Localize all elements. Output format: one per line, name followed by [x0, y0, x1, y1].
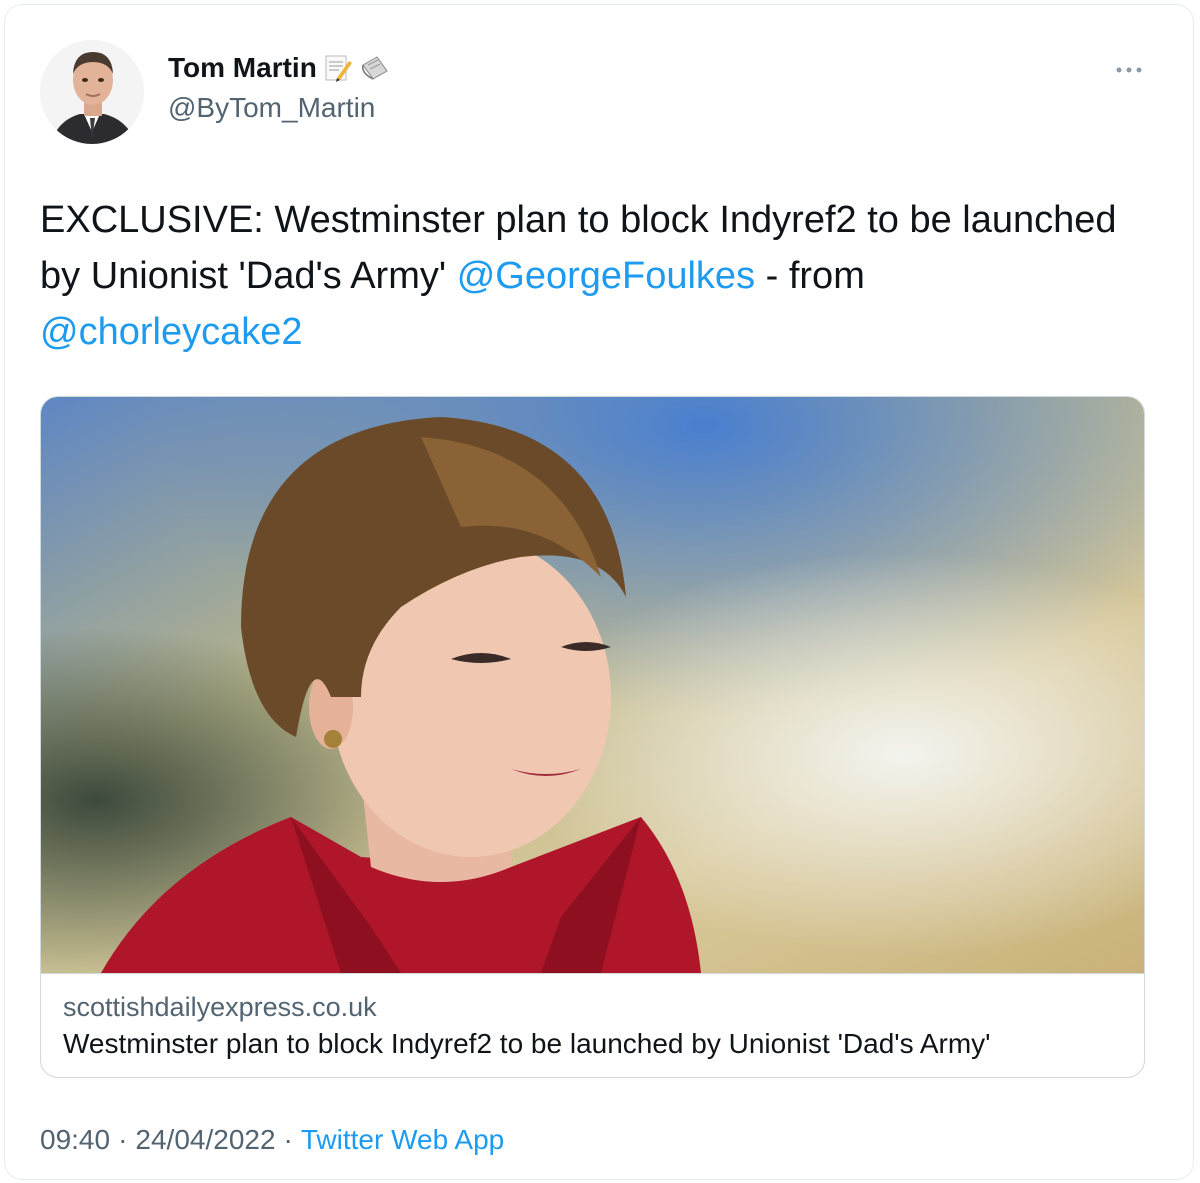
tweet-text: EXCLUSIVE: Westminster plan to block Ind… [40, 192, 1150, 360]
more-options-icon [1116, 67, 1142, 73]
tweet-text-part2: - from [755, 255, 865, 297]
tweet-footer: 09:40 · 24/04/2022 · Twitter Web App [40, 1124, 504, 1156]
link-preview-domain: scottishdailyexpress.co.uk [63, 992, 377, 1022]
author-handle[interactable]: @ByTom_Martin [168, 92, 375, 124]
author-display-name[interactable]: Tom Martin [168, 52, 317, 84]
author-name-row: Tom Martin [168, 52, 389, 84]
memo-icon [323, 53, 353, 83]
tweet-source-link[interactable]: Twitter Web App [301, 1124, 504, 1156]
tweet-date[interactable]: 24/04/2022 [135, 1124, 275, 1156]
link-preview-meta[interactable]: scottishdailyexpress.co.uk Westminster p… [41, 973, 1144, 1077]
newspaper-icon [359, 53, 389, 83]
link-preview-card[interactable]: scottishdailyexpress.co.uk Westminster p… [40, 396, 1145, 1078]
author-avatar[interactable] [40, 40, 144, 144]
mention-link-georgefoulkes[interactable]: @GeorgeFoulkes [457, 255, 755, 297]
link-preview-image[interactable] [41, 397, 1144, 973]
tweet-time[interactable]: 09:40 [40, 1124, 110, 1156]
more-options-button[interactable] [1112, 58, 1146, 82]
mention-link-chorleycake2[interactable]: @chorleycake2 [40, 311, 302, 353]
avatar-photo [40, 40, 144, 144]
link-preview-title: Westminster plan to block Indyref2 to be… [63, 1028, 991, 1059]
separator-dot: · [118, 1124, 128, 1155]
separator-dot: · [283, 1124, 293, 1155]
